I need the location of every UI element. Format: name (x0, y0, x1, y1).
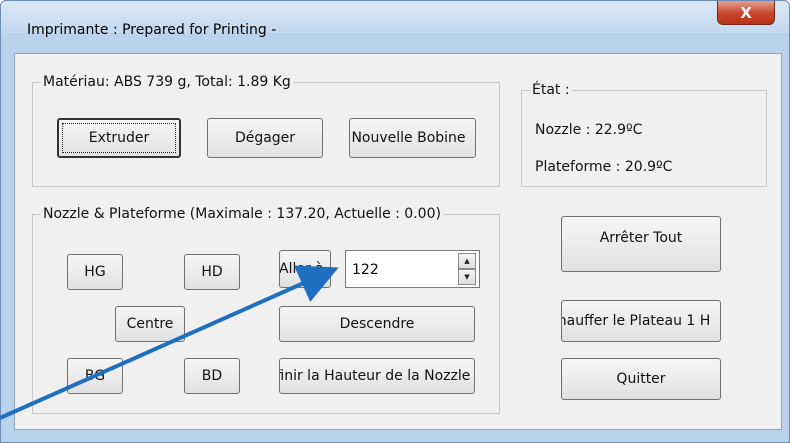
dialog-client-area: Matériau: ABS 739 g, Total: 1.89 Kg Extr… (14, 53, 782, 430)
close-button[interactable]: X (717, 1, 775, 25)
centre-button-label: Centre (126, 316, 174, 332)
bg-button[interactable]: BG (67, 358, 123, 394)
bd-button[interactable]: BD (184, 358, 240, 394)
definir-hauteur-button[interactable]: Définir la Hauteur de la Nozzle (279, 358, 475, 394)
nozzle-temperature: Nozzle : 22.9ºC (535, 122, 643, 138)
triangle-up-icon: ▲ (464, 257, 470, 265)
aller-button[interactable]: Aller à (279, 250, 331, 288)
nouvelle-bobine-button-label: Nouvelle Bobine (351, 130, 466, 146)
plateforme-temperature: Plateforme : 20.9ºC (535, 159, 673, 175)
arreter-tout-button-label: Arrêter Tout (599, 230, 683, 246)
height-input[interactable] (350, 258, 454, 282)
quitter-button-label: Quitter (616, 371, 666, 387)
close-icon: X (740, 3, 752, 22)
quitter-button[interactable]: Quitter (561, 358, 721, 400)
title-bar[interactable]: Imprimante : Prepared for Printing - X (1, 1, 789, 38)
bd-button-label: BD (201, 368, 223, 384)
degager-button[interactable]: Dégager (207, 118, 323, 158)
descendre-button[interactable]: Descendre (279, 306, 475, 342)
state-group-legend: État : (532, 82, 570, 98)
height-spinbox[interactable]: ▲ ▼ (345, 250, 480, 288)
nouvelle-bobine-button[interactable]: Nouvelle Bobine (349, 118, 476, 158)
chauffer-plateau-button-label: Chauffer le Plateau 1 H (561, 313, 711, 329)
extruder-button[interactable]: Extruder (57, 118, 181, 158)
printer-dialog-window: Imprimante : Prepared for Printing - X M… (0, 0, 790, 443)
triangle-down-icon: ▼ (464, 273, 470, 281)
hg-button[interactable]: HG (67, 254, 123, 290)
aller-button-label: Aller à (279, 261, 324, 277)
window-title: Imprimante : Prepared for Printing - (27, 22, 277, 38)
extruder-button-label: Extruder (88, 130, 150, 146)
arreter-tout-button[interactable]: Arrêter Tout (561, 216, 721, 272)
bg-button-label: BG (84, 368, 106, 384)
descendre-button-label: Descendre (339, 316, 415, 332)
nozzle-group-legend: Nozzle & Plateforme (Maximale : 137.20, … (43, 206, 441, 222)
hd-button-label: HD (201, 264, 223, 280)
hd-button[interactable]: HD (184, 254, 240, 290)
definir-hauteur-button-label: Définir la Hauteur de la Nozzle (279, 368, 471, 384)
spin-up-button[interactable]: ▲ (458, 253, 476, 269)
degager-button-label: Dégager (234, 130, 296, 146)
hg-button-label: HG (84, 264, 106, 280)
centre-button[interactable]: Centre (115, 306, 185, 342)
spin-down-button[interactable]: ▼ (458, 269, 476, 285)
chauffer-plateau-button[interactable]: Chauffer le Plateau 1 H (561, 300, 721, 342)
material-group-legend: Matériau: ABS 739 g, Total: 1.89 Kg (43, 74, 291, 90)
